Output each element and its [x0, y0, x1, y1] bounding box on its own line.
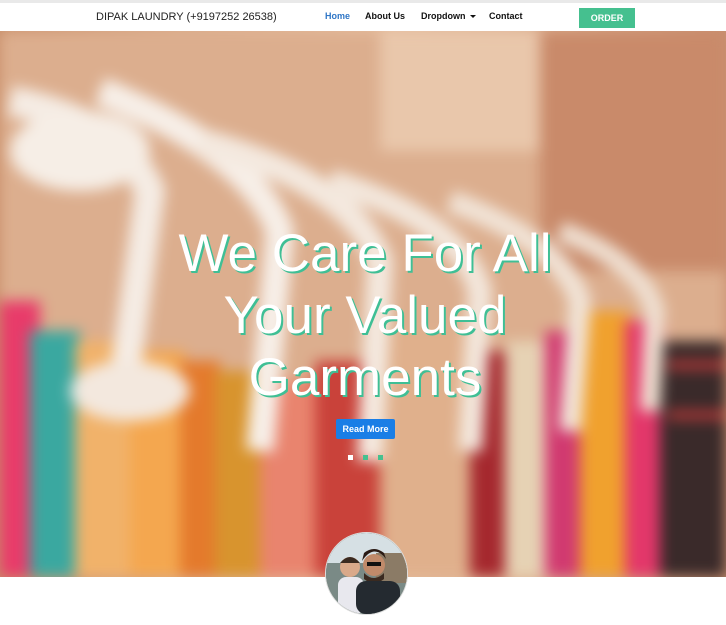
avatar [325, 532, 408, 615]
nav-link-home[interactable]: Home [325, 11, 350, 21]
hero-title-line-1: We Care For All [178, 224, 552, 283]
nav-link-contact[interactable]: Contact [489, 11, 523, 21]
carousel-indicator[interactable] [348, 455, 353, 460]
top-navbar: DIPAK LAUNDRY (+9197252 26538) Home Abou… [0, 0, 726, 31]
hero-title-line-2: Your Valued [223, 286, 507, 345]
carousel-indicator[interactable] [363, 455, 368, 460]
nav-link-about-us[interactable]: About Us [365, 11, 405, 21]
nav-link-dropdown[interactable]: Dropdown [421, 11, 476, 21]
avatar-photo [326, 533, 407, 614]
nav-dropdown-label: Dropdown [421, 11, 466, 21]
order-button[interactable]: ORDER [579, 8, 635, 28]
brand-name[interactable]: DIPAK LAUNDRY (+9197252 26538) [96, 11, 277, 23]
hero-title-line-3: Garments [248, 348, 482, 407]
hero-carousel: We Care For All Your Valued Garments Read … [0, 31, 726, 577]
hero-title: We Care For All Your Valued Garments [130, 223, 600, 409]
read-more-button[interactable]: Read More [336, 419, 395, 439]
caret-down-icon [469, 15, 476, 19]
carousel-indicator[interactable] [378, 455, 383, 460]
